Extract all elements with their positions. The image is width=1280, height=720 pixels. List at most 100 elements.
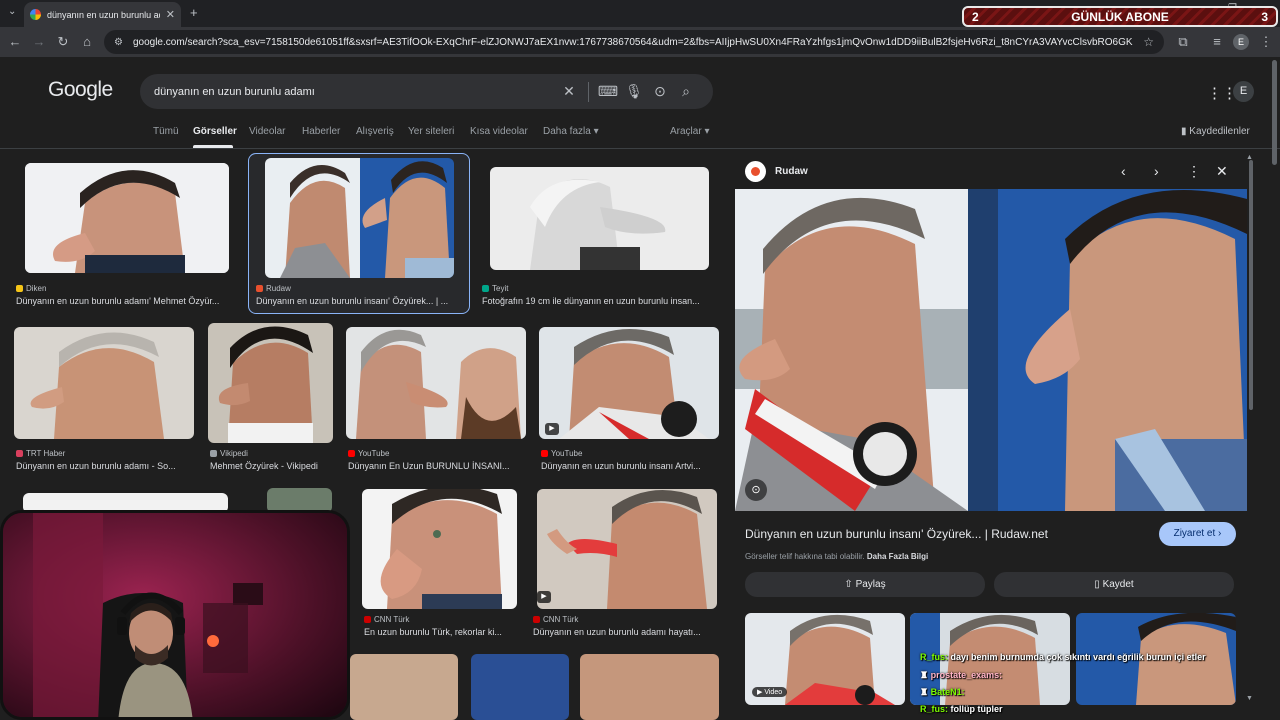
navigation-bar: ← → ↻ ⌂ ⚙ google.com/search?sca_esv=7158… [0,27,1280,57]
new-tab-icon[interactable]: + [190,5,198,20]
result-caption-2[interactable]: Dünyanın en uzun burunlu insanı' Özyürek… [256,296,466,306]
result-image-5[interactable] [208,323,333,443]
result-caption-4[interactable]: Dünyanın en uzun burunlu adamı - So... [16,461,196,471]
result-caption-11[interactable]: Dünyanın en uzun burunlu adamı hayatı... [533,627,718,637]
lens-search-icon[interactable]: ⊙ [745,479,767,501]
search-divider [588,81,589,102]
result-image-11[interactable]: ▶ [537,489,717,609]
result-caption-10[interactable]: En uzun burunlu Türk, rekorlar ki... [364,627,519,637]
result-image-7[interactable]: ▶ [539,327,719,439]
saved-button[interactable]: ▮ Kaydedilenler [1181,126,1250,137]
result-source-10: CNN Türk [364,615,409,624]
tab-news[interactable]: Haberler [302,126,340,137]
tab-all[interactable]: Tümü [153,126,179,137]
source-name: Diken [26,284,47,293]
result-source-3: Teyit [482,284,508,293]
result-image-12[interactable] [350,654,458,720]
related-image-1[interactable]: ▶ Video [745,613,905,705]
scroll-down-icon[interactable]: ▼ [1246,695,1253,702]
forward-icon[interactable]: → [31,34,47,50]
save-button[interactable]: ▯ Kaydet [994,572,1234,597]
result-image-10[interactable] [362,489,517,609]
result-caption-1[interactable]: Dünyanın en uzun burunlu adamı' Mehmet Ö… [16,296,234,306]
tab-more[interactable]: Daha fazla ▾ [543,126,599,137]
site-info-icon[interactable]: ⚙ [114,37,123,48]
browser-tab[interactable]: dünyanın en uzun burunlu ada ✕ [24,2,181,27]
visit-button[interactable]: Ziyaret et › [1159,522,1236,546]
result-caption-3[interactable]: Fotoğrafın 19 cm ile dünyanın en uzun bu… [482,296,712,306]
search-query[interactable]: dünyanın en uzun burunlu adamı [154,86,556,98]
source-name: CNN Türk [374,615,410,624]
source-name: YouTube [358,449,390,458]
address-bar[interactable]: ⚙ google.com/search?sca_esv=7158150de610… [104,30,1164,54]
search-box[interactable]: dünyanın en uzun burunlu adamı ✕ ⌨ 🎙 ⊙ ⌕ [140,74,713,109]
google-logo[interactable]: Google [48,78,113,102]
keyboard-icon[interactable]: ⌨ [595,83,621,100]
panel-title[interactable]: Dünyanın en uzun burunlu insanı' Özyürek… [745,527,1048,541]
tab-images[interactable]: Görseller [193,126,237,137]
tab-title: dünyanın en uzun burunlu ada [47,9,160,20]
result-source-4: TRT Haber [16,449,65,458]
rudaw-logo-icon [745,161,766,182]
share-label: Paylaş [855,579,886,590]
scroll-up-icon[interactable]: ▲ [1246,154,1253,161]
home-icon[interactable]: ⌂ [79,34,95,50]
panel-scrollbar[interactable] [1249,160,1253,410]
result-caption-7[interactable]: Dünyanın en uzun burunlu insanı Artvi... [541,461,721,471]
source-favicon-icon [16,285,23,292]
chat-badge-icon: ♜ [920,687,931,697]
clear-search-icon[interactable]: ✕ [556,83,582,100]
browser-menu-icon[interactable]: ⋮ [1258,34,1274,50]
result-image-1[interactable] [25,163,229,273]
preview-image[interactable]: ⊙ [735,189,1247,511]
source-favicon-icon [482,285,489,292]
tab-places[interactable]: Yer siteleri [408,126,454,137]
next-icon[interactable]: › [1154,163,1159,179]
page-scrollbar[interactable] [1272,60,1277,165]
result-image-6[interactable] [346,327,526,439]
lens-icon[interactable]: ⊙ [647,83,673,100]
chat-user: R_fus: [920,652,949,662]
result-source-6: YouTube [348,449,389,458]
source-name: Teyit [492,284,509,293]
result-image-14[interactable] [580,654,719,720]
tab-list-chevron-icon[interactable]: ⌄ [8,6,16,17]
result-caption-6[interactable]: Dünyanın En Uzun BURUNLU İNSANI... [348,461,528,471]
share-button[interactable]: ⇧ Paylaş [745,572,985,597]
microphone-icon[interactable]: 🎙 [621,83,647,100]
panel-source-name[interactable]: Rudaw [775,166,808,177]
chat-message-3: ♜ BateN1: [920,687,965,698]
tab-short-videos[interactable]: Kısa videolar [470,126,528,137]
chat-text: dayı benim burnumda çok sıkıntı vardı eğ… [950,652,1206,662]
reload-icon[interactable]: ↻ [55,34,71,50]
share-icon: ⇧ [844,579,856,590]
tools-button[interactable]: Araçlar ▾ [670,126,709,137]
result-image-2[interactable] [265,158,454,278]
tab-shopping[interactable]: Alışveriş [356,126,394,137]
source-favicon-icon [364,616,371,623]
previous-icon[interactable]: ‹ [1121,163,1126,179]
result-image-13[interactable] [471,654,569,720]
bookmark-star-icon[interactable]: ☆ [1143,35,1154,49]
source-name: Vikipedi [220,449,248,458]
reading-list-icon[interactable]: ≡ [1209,34,1225,50]
learn-more-link[interactable]: Daha Fazla Bilgi [867,552,928,561]
chat-message-4: R_fus: follüp tüpler [920,704,1003,714]
bookmark-icon: ▯ [1094,579,1103,590]
tabs-divider [0,148,1280,149]
more-options-icon[interactable]: ⋮ [1187,163,1201,180]
extensions-icon[interactable]: ⧉ [1175,34,1191,50]
back-icon[interactable]: ← [7,34,23,50]
result-image-3[interactable] [490,167,709,270]
account-avatar[interactable]: E [1233,81,1254,102]
result-image-4[interactable] [14,327,194,439]
tab-close-icon[interactable]: ✕ [166,8,175,21]
search-icon[interactable]: ⌕ [673,83,699,100]
profile-avatar[interactable]: E [1233,34,1249,50]
source-favicon-icon [256,285,263,292]
result-caption-5[interactable]: Mehmet Özyürek - Vikipedi [210,461,335,471]
copyright-notice: Görseller telif hakkına tabi olabilir. D… [745,552,928,561]
notice-text: Görseller telif hakkına tabi olabilir. [745,552,865,561]
tab-videos[interactable]: Videolar [249,126,286,137]
close-panel-icon[interactable]: ✕ [1216,163,1228,180]
